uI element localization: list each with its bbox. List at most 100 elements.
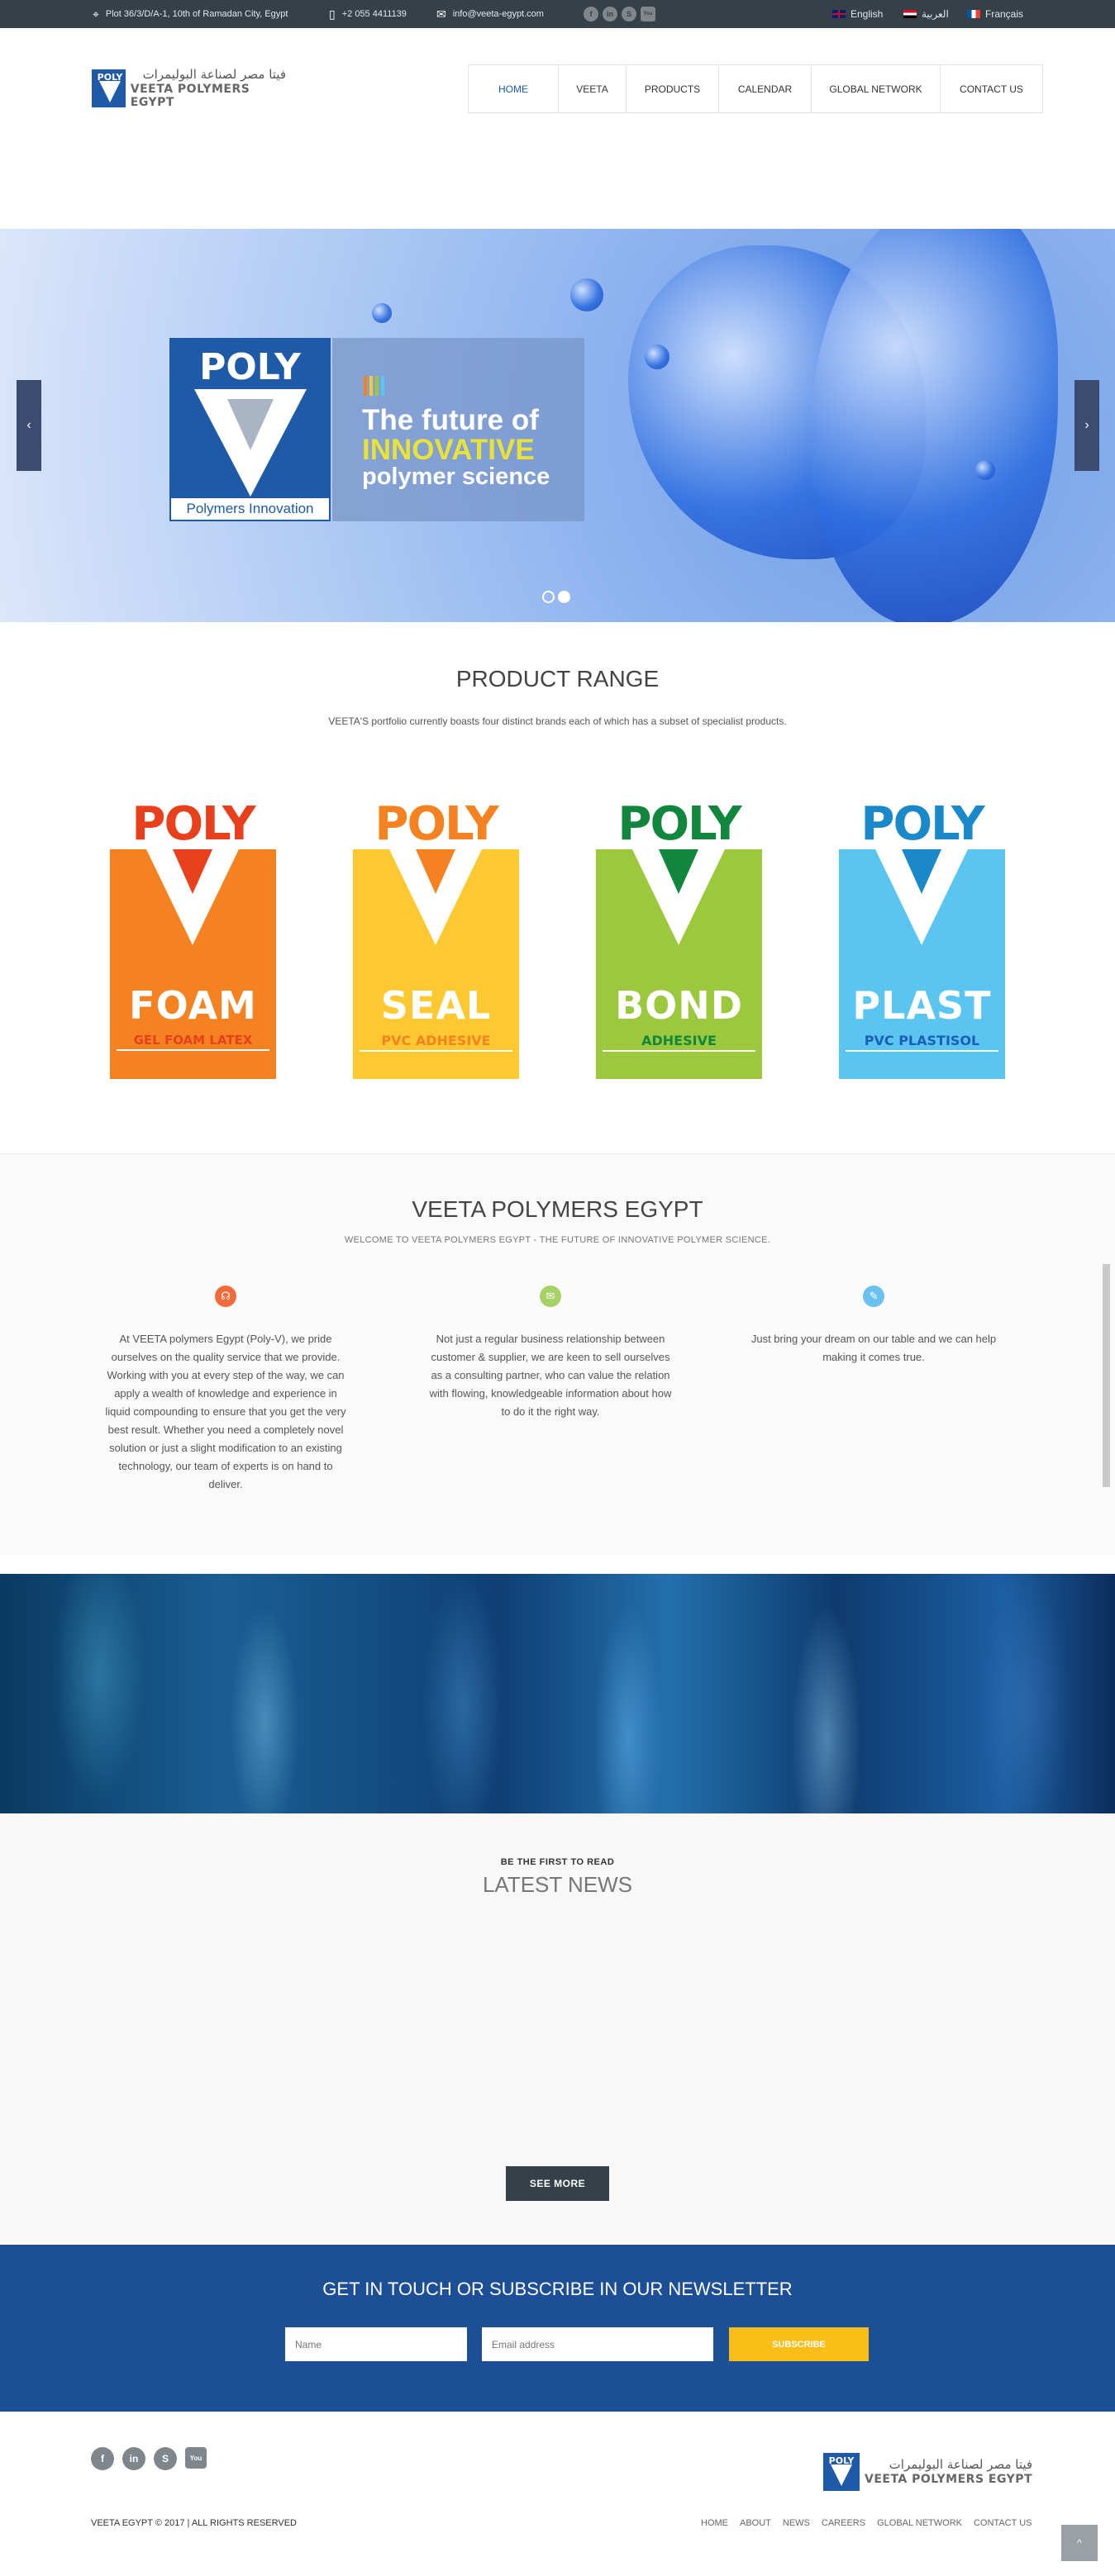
water-drop (570, 278, 603, 311)
topbar-social: f in S You (584, 7, 655, 21)
hero-tagline: The future of INNOVATIVE polymer science (332, 338, 584, 521)
subscribe-button[interactable]: SUBSCRIBE (729, 2327, 869, 2361)
product-subname: PVC PLASTISOL (846, 1033, 998, 1052)
product-range-subtitle: VEETA'S portfolio currently boasts four … (328, 715, 787, 727)
product-card-plast[interactable]: POLY PLAST PVC PLASTISOL (839, 800, 1005, 1079)
product-name: PLAST (852, 983, 992, 1028)
about-column-3: ✎ Just bring your dream on our table and… (750, 1286, 998, 1366)
water-drop (645, 345, 669, 369)
email-field[interactable] (482, 2327, 713, 2361)
logo-mark: POLY (823, 2453, 860, 2491)
footer-logo[interactable]: POLY فيتا مصر لصناعة البوليمرات VEETA PO… (823, 2453, 1032, 2491)
logo-arabic-name: فيتا مصر لصناعة البوليمرات (142, 67, 286, 83)
chevron-right-icon: › (1084, 418, 1089, 432)
about-column-text: At VEETA polymers Egypt (Poly-V), we pri… (105, 1333, 346, 1490)
about-column-text: Not just a regular business relationship… (429, 1333, 672, 1418)
news-kicker: BE THE FIRST TO READ (500, 1857, 615, 1867)
name-field[interactable] (285, 2327, 467, 2361)
phone-text[interactable]: +2 055 4411139 (342, 9, 407, 19)
slider-prev-button[interactable]: ‹ (17, 380, 41, 471)
page-scrollbar[interactable] (1103, 1264, 1110, 1487)
lang-english[interactable]: English (832, 0, 883, 28)
youtube-icon[interactable]: You (641, 7, 655, 21)
logo-v-shape (99, 81, 121, 102)
nav-contact-us[interactable]: CONTACT US (941, 65, 1042, 112)
color-bars-icon (364, 376, 384, 396)
hero-poly-v-logo: POLY Polymers Innovation (169, 338, 331, 521)
product-brand: POLY (353, 800, 519, 849)
youtube-icon[interactable]: You (185, 2447, 207, 2469)
site-logo[interactable]: POLY فيتا مصر لصناعة البوليمرات VEETA PO… (92, 67, 286, 109)
footer-link-careers[interactable]: CAREERS (822, 2518, 865, 2528)
nav-global-network[interactable]: GLOBAL NETWORK (812, 65, 941, 112)
location-pin-icon: ⌖ (93, 7, 99, 21)
email-text[interactable]: info@veeta-egypt.com (453, 9, 544, 19)
about-column-text: Just bring your dream on our table and w… (750, 1333, 997, 1363)
nav-home[interactable]: HOME (469, 65, 559, 112)
product-subname: GEL FOAM LATEX (117, 1033, 269, 1051)
skype-icon[interactable]: S (154, 2447, 177, 2470)
product-name: SEAL (380, 983, 492, 1028)
footer-link-home[interactable]: HOME (701, 2518, 728, 2528)
address-item: ⌖ Plot 36/3/D/A-1, 10th of Ramadan City,… (93, 0, 288, 28)
chat-icon: ✎ (863, 1286, 884, 1307)
product-card-foam[interactable]: POLY FOAM GEL FOAM LATEX (110, 800, 276, 1079)
nav-products[interactable]: PRODUCTS (627, 65, 719, 112)
product-v-inner (659, 849, 698, 894)
slider-dot-2[interactable] (558, 591, 570, 603)
product-brand: POLY (839, 800, 1005, 849)
see-more-button[interactable]: SEE MORE (506, 2166, 609, 2201)
facebook-icon[interactable]: f (584, 7, 598, 21)
footer-link-contact-us[interactable]: CONTACT US (974, 2518, 1032, 2528)
lang-arabic[interactable]: العربية (903, 0, 949, 28)
water-drop (372, 303, 392, 323)
newsletter-title: GET IN TOUCH OR SUBSCRIBE IN OUR NEWSLET… (322, 2279, 793, 2299)
chevron-left-icon: ‹ (26, 418, 31, 432)
product-name: FOAM (129, 983, 257, 1028)
product-v-inner (173, 849, 212, 894)
lang-french-label[interactable]: Français (985, 8, 1023, 20)
nav-calendar[interactable]: CALENDAR (719, 65, 812, 112)
slider-dots (542, 591, 570, 603)
copyright: VEETA EGYPT © 2017 | ALL RIGHTS RESERVED (91, 2518, 297, 2528)
footer-link-global-network[interactable]: GLOBAL NETWORK (877, 2518, 962, 2528)
chevron-up-icon: ^ (1077, 2537, 1082, 2549)
address-text: Plot 36/3/D/A-1, 10th of Ramadan City, E… (105, 9, 288, 19)
envelope-icon: ✉ (540, 1286, 561, 1307)
nav-veeta[interactable]: VEETA (559, 65, 627, 112)
product-card-seal[interactable]: POLY SEAL PVC ADHESIVE (353, 800, 519, 1079)
about-title: VEETA POLYMERS EGYPT (412, 1196, 703, 1222)
footer-nav: HOME ABOUT NEWS CAREERS GLOBAL NETWORK C… (701, 2518, 1032, 2528)
hero-line-2: INNOVATIVE (362, 434, 535, 466)
main-nav: HOME VEETA PRODUCTS CALENDAR GLOBAL NETW… (468, 64, 1043, 113)
lang-arabic-label[interactable]: العربية (922, 8, 949, 20)
parallax-background (0, 1574, 1115, 1813)
logo-mark: POLY (92, 69, 126, 107)
logo-arabic-name: فيتا مصر لصناعة البوليمرات (889, 2457, 1033, 2473)
product-name: BOND (615, 983, 743, 1028)
about-subtitle: WELCOME TO VEETA POLYMERS EGYPT - THE FU… (344, 1235, 771, 1245)
footer-social: f in S You (91, 2447, 207, 2470)
slider-dot-1[interactable] (542, 591, 555, 603)
lang-french[interactable]: Français (967, 0, 1023, 28)
slider-next-button[interactable]: › (1074, 380, 1099, 471)
about-column-1: ☊ At VEETA polymers Egypt (Poly-V), we p… (102, 1286, 350, 1494)
skype-icon[interactable]: S (622, 7, 636, 21)
product-card-bond[interactable]: POLY BOND ADHESIVE (596, 800, 762, 1079)
hero-line-3: polymer science (362, 463, 550, 490)
product-range-title: PRODUCT RANGE (455, 666, 660, 692)
linkedin-icon[interactable]: in (603, 7, 617, 21)
back-to-top-button[interactable]: ^ (1061, 2525, 1098, 2561)
product-v-inner (902, 849, 941, 894)
water-splash-2 (810, 229, 1058, 622)
lang-english-label[interactable]: English (851, 8, 883, 20)
email-item[interactable]: ✉ info@veeta-egypt.com (436, 0, 544, 28)
facebook-icon[interactable]: f (91, 2447, 114, 2470)
france-flag-icon (967, 10, 980, 18)
footer-link-news[interactable]: NEWS (783, 2518, 810, 2528)
linkedin-icon[interactable]: in (122, 2447, 145, 2470)
phone-item[interactable]: ▯ +2 055 4411139 (329, 0, 407, 28)
hero-line-1: The future of (362, 404, 539, 436)
logo-v-shape (831, 2464, 852, 2486)
footer-link-about[interactable]: ABOUT (740, 2518, 771, 2528)
